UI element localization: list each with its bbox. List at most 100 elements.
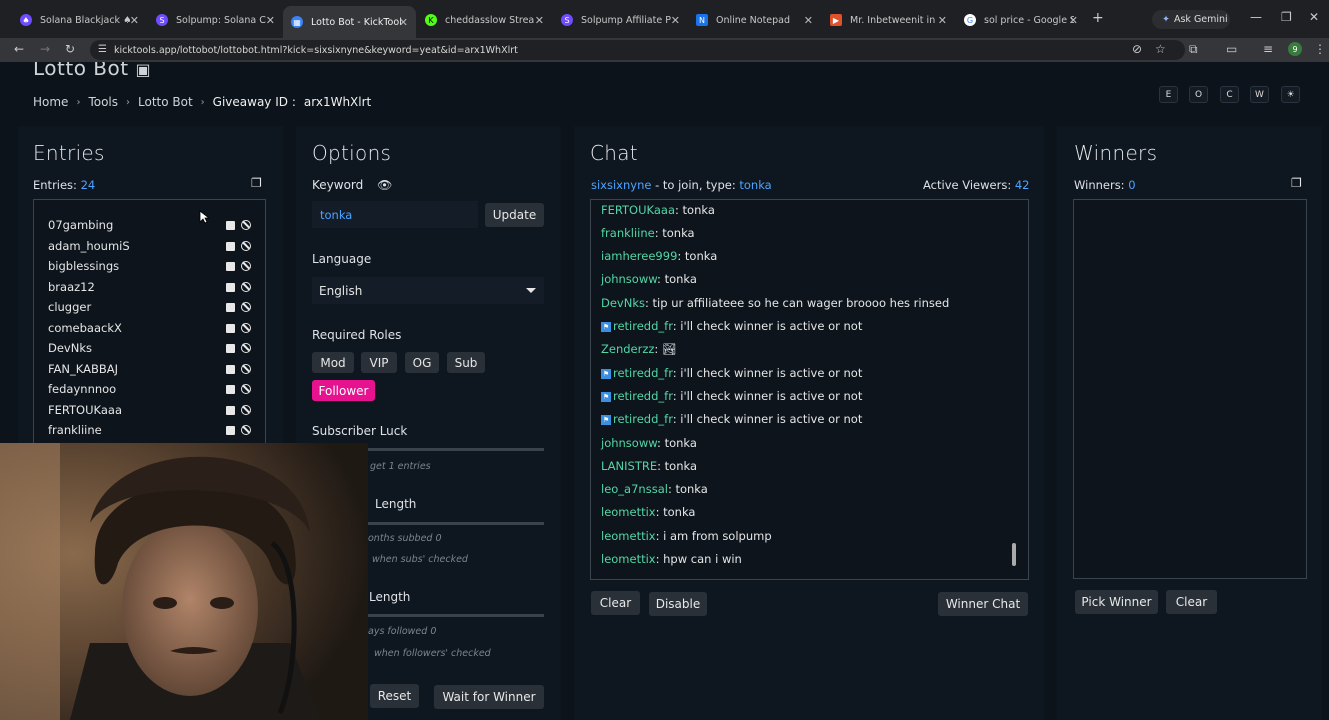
ban-entry-icon[interactable] (241, 323, 251, 333)
chat-message: ⚑ retiredd_fr: i'll check winner is activ… (601, 412, 863, 426)
remove-entry-icon[interactable] (226, 220, 235, 230)
chat-message: LANISTRE: tonka (601, 459, 697, 473)
chat-clear-button[interactable]: Clear (591, 591, 640, 615)
quick-button-w[interactable]: W (1250, 86, 1269, 103)
close-tab-icon[interactable]: ✕ (1069, 14, 1078, 27)
new-tab-icon[interactable]: + (1092, 10, 1104, 26)
close-tab-icon[interactable]: ✕ (399, 16, 408, 29)
remove-entry-icon[interactable] (226, 364, 235, 374)
follow-length-label: Length (369, 590, 411, 604)
site-info-icon[interactable]: ☰ (98, 44, 107, 55)
ban-entry-icon[interactable] (241, 220, 251, 230)
breadcrumb-tools[interactable]: Tools (88, 95, 118, 109)
breadcrumb-lotto-bot[interactable]: Lotto Bot (138, 95, 193, 109)
remove-entry-icon[interactable] (226, 384, 235, 394)
role-vip-toggle[interactable]: VIP (361, 352, 397, 373)
update-button[interactable]: Update (485, 203, 544, 227)
remove-entry-icon[interactable] (226, 425, 235, 435)
keyword-input[interactable]: tonka (312, 201, 478, 228)
language-select[interactable]: English (312, 277, 544, 304)
list-item: FAN_KABBAJ (48, 359, 258, 379)
close-tab-icon[interactable]: ✕ (671, 14, 680, 27)
role-mod-toggle[interactable]: Mod (312, 352, 354, 373)
notepad-favicon-icon: N (696, 14, 708, 26)
browser-tab-active[interactable]: ▦ Lotto Bot - KickTools ✕ (283, 6, 416, 38)
copy-winners-icon[interactable]: ❐ (1291, 176, 1302, 190)
required-roles-label: Required Roles (312, 328, 402, 342)
browser-tab[interactable]: S Solpump: Solana Casino ✕ (148, 6, 283, 34)
close-tab-icon[interactable]: ✕ (266, 14, 275, 27)
remove-entry-icon[interactable] (226, 323, 235, 333)
menu-dots-icon[interactable]: ⋮ (1314, 42, 1326, 56)
winners-heading: Winners (1074, 141, 1158, 165)
winners-clear-button[interactable]: Clear (1166, 590, 1217, 614)
media-controls-icon[interactable]: ≡ (1263, 42, 1273, 56)
ban-entry-icon[interactable] (241, 261, 251, 271)
forward-icon[interactable]: → (40, 42, 50, 56)
reset-button[interactable]: Reset (370, 684, 419, 708)
quick-button-e[interactable]: E (1159, 86, 1178, 103)
list-item: 07gambing (48, 215, 258, 235)
chat-disable-button[interactable]: Disable (649, 592, 707, 616)
browser-tab[interactable]: ♠ Solana Blackjack ♠3:2 ✕ (12, 6, 147, 34)
browser-tab[interactable]: K cheddasslow Stream ✕ (417, 6, 552, 34)
role-og-toggle[interactable]: OG (405, 352, 439, 373)
role-sub-toggle[interactable]: Sub (447, 352, 485, 373)
winner-chat-button[interactable]: Winner Chat (938, 592, 1028, 616)
minimize-icon[interactable]: — (1250, 10, 1262, 24)
ban-entry-icon[interactable] (241, 302, 251, 312)
remove-entry-icon[interactable] (226, 282, 235, 292)
role-follower-toggle[interactable]: Follower (312, 380, 375, 401)
language-label: Language (312, 252, 372, 266)
camera-blocked-icon[interactable]: ⊘ (1132, 42, 1142, 56)
close-window-icon[interactable]: ✕ (1309, 10, 1319, 24)
reload-icon[interactable]: ↻ (65, 42, 75, 56)
chat-message: leomettix: hpw can i win (601, 552, 742, 566)
close-tab-icon[interactable]: ✕ (535, 14, 544, 27)
profile-avatar[interactable]: 9 (1288, 42, 1302, 56)
extensions-icon[interactable]: ⧉ (1189, 42, 1198, 57)
pick-winner-button[interactable]: Pick Winner (1075, 590, 1158, 614)
remove-entry-icon[interactable] (226, 302, 235, 312)
chat-join-info: sixsixnyne - to join, type: tonka (591, 178, 772, 192)
copy-entries-icon[interactable]: ❐ (251, 176, 262, 190)
ban-entry-icon[interactable] (241, 364, 251, 374)
close-tab-icon[interactable]: ✕ (804, 14, 813, 27)
ban-entry-icon[interactable] (241, 425, 251, 435)
browser-tab[interactable]: N Online Notepad ✕ (688, 6, 821, 34)
eye-icon[interactable]: 👁 (377, 178, 392, 192)
remove-entry-icon[interactable] (226, 261, 235, 271)
close-tab-icon[interactable]: ✕ (938, 14, 947, 27)
follow-hint-1: ays followed 0 (368, 626, 437, 637)
quick-button-c[interactable]: C (1220, 86, 1239, 103)
chat-log[interactable]: FERTOUKaaa: tonka frankliine: tonka iamh… (590, 199, 1029, 580)
browser-tab[interactable]: G sol price - Google Search ✕ (956, 6, 1086, 34)
breadcrumb-home[interactable]: Home (33, 95, 68, 109)
remove-entry-icon[interactable] (226, 405, 235, 415)
remove-entry-icon[interactable] (226, 343, 235, 353)
maximize-icon[interactable]: ❐ (1281, 10, 1292, 24)
ban-entry-icon[interactable] (241, 282, 251, 292)
remove-entry-icon[interactable] (226, 241, 235, 251)
chevron-right-icon: › (200, 96, 205, 108)
url-field[interactable]: ☰ kicktools.app/lottobot/lottobot.html?k… (90, 40, 1185, 60)
theme-toggle-icon[interactable]: ☀ (1281, 86, 1300, 103)
winners-list[interactable] (1073, 199, 1307, 579)
bookmark-star-icon[interactable]: ☆ (1155, 42, 1166, 56)
moderator-badge-icon: ⚑ (601, 368, 611, 379)
sidepanel-icon[interactable]: ▭ (1226, 42, 1237, 56)
browser-tab[interactable]: S Solpump Affiliate Prog ✕ (553, 6, 688, 34)
browser-tab[interactable]: ▶ Mr. Inbetweenit in ✕ (822, 6, 955, 34)
chat-scrollbar[interactable] (1012, 543, 1016, 566)
wait-for-winner-button[interactable]: Wait for Winner (434, 685, 544, 709)
ban-entry-icon[interactable] (241, 241, 251, 251)
list-item: clugger (48, 297, 258, 317)
ban-entry-icon[interactable] (241, 405, 251, 415)
ban-entry-icon[interactable] (241, 384, 251, 394)
close-tab-icon[interactable]: ✕ (130, 14, 139, 27)
quick-button-o[interactable]: O (1189, 86, 1208, 103)
back-icon[interactable]: ← (14, 42, 24, 56)
edit-icon[interactable]: ▣ (135, 62, 151, 79)
ban-entry-icon[interactable] (241, 343, 251, 353)
ask-gemini-button[interactable]: ✦ Ask Gemini (1152, 10, 1230, 29)
